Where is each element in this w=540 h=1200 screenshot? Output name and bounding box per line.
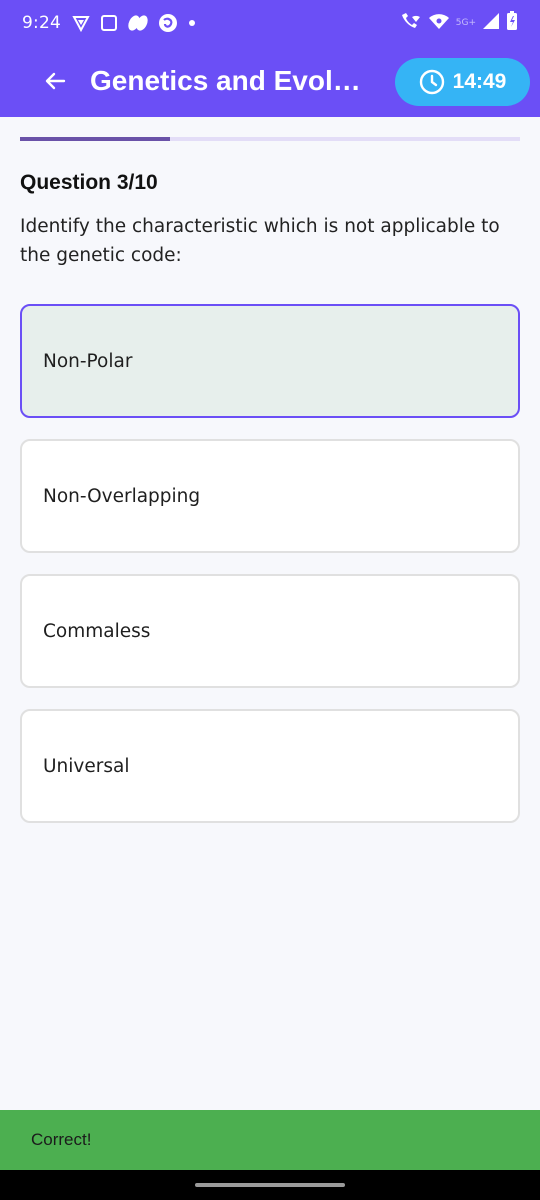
option-2[interactable]: Non-Overlapping	[20, 439, 520, 553]
wifi-icon	[428, 12, 450, 34]
quiz-screen: 9:24 5G+ Genetics and Evoluti 14:49 Ques…	[0, 0, 540, 1200]
question-progress-bar	[20, 137, 520, 141]
option-label: Commaless	[43, 620, 151, 642]
option-3[interactable]: Commaless	[20, 574, 520, 688]
system-navigation-bar	[0, 1170, 540, 1200]
option-1[interactable]: Non-Polar	[20, 304, 520, 418]
option-label: Universal	[43, 755, 130, 777]
shield-icon	[71, 13, 91, 33]
arrow-left-icon	[45, 72, 66, 90]
status-time: 9:24	[22, 12, 61, 33]
option-label: Non-Overlapping	[43, 485, 201, 507]
leaf-icon	[127, 14, 149, 32]
back-button[interactable]	[40, 66, 70, 96]
app-bar: Genetics and Evolution 14:49	[0, 45, 540, 117]
page-title: Genetics and Evolution	[90, 65, 370, 96]
option-4[interactable]: Universal	[20, 709, 520, 823]
timer-chip[interactable]: 14:49	[395, 58, 530, 106]
question-number: Question 3/10	[20, 171, 158, 194]
app-icon	[158, 13, 178, 33]
snackbar-text: Correct!	[31, 1130, 92, 1149]
feedback-snackbar: Correct!	[0, 1110, 540, 1170]
timer-text: 14:49	[452, 70, 507, 93]
square-icon	[100, 14, 118, 32]
status-left-icons	[71, 13, 197, 33]
network-type-label: 5G+	[455, 17, 476, 28]
home-indicator[interactable]	[195, 1183, 345, 1187]
signal-icon	[482, 12, 500, 34]
status-right-icons: 5G+	[400, 10, 518, 35]
clock-icon	[419, 69, 444, 95]
wifi-call-icon	[400, 12, 422, 34]
progress-fill	[20, 137, 170, 141]
option-label: Non-Polar	[43, 350, 133, 372]
dot-icon	[187, 18, 197, 28]
status-bar: 9:24 5G+	[0, 0, 540, 45]
battery-icon	[506, 10, 518, 35]
question-text: Identify the characteristic which is not…	[20, 216, 500, 266]
